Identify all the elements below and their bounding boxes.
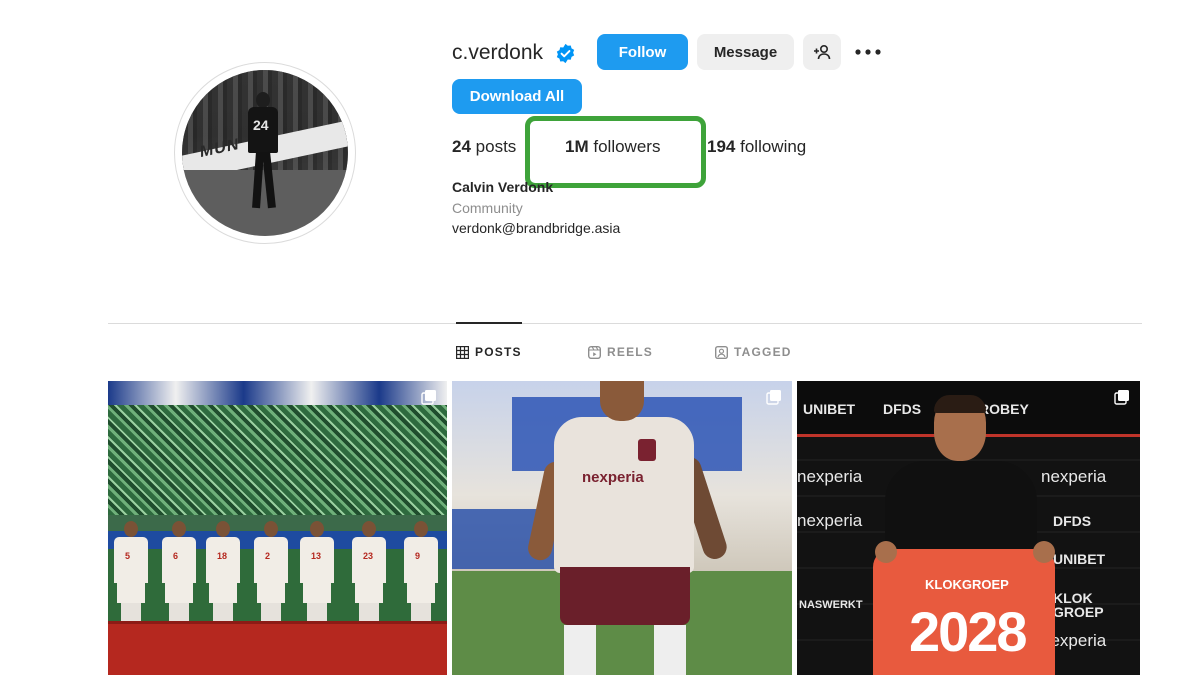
following-count: 194 (707, 137, 736, 156)
reels-icon (588, 345, 601, 359)
tab-reels[interactable]: REELS (588, 345, 653, 359)
post3-logo: nexperia (1041, 467, 1107, 486)
carousel-icon (1114, 390, 1129, 405)
post2-sponsor: nexperia (582, 469, 644, 486)
post-thumbnail-3[interactable]: UNIBET DFDS ROBEY nexperia nexperia nexp… (797, 381, 1140, 675)
post1-flag (108, 621, 447, 675)
profile-email[interactable]: verdonk@brandbridge.asia (452, 220, 620, 236)
message-button[interactable]: Message (697, 34, 794, 70)
follow-button[interactable]: Follow (597, 34, 688, 70)
post1-player: 23 (352, 521, 386, 631)
carousel-icon (421, 390, 436, 405)
post1-player: 18 (206, 521, 240, 631)
post1-player: 6 (162, 521, 196, 631)
tab-tagged[interactable]: TAGGED (715, 345, 792, 359)
following-label: following (740, 137, 807, 156)
post2-crest (638, 439, 656, 461)
posts-label: posts (475, 137, 517, 156)
tab-reels-label: REELS (607, 345, 654, 359)
tab-tagged-label: TAGGED (734, 345, 792, 359)
post3-logo: DFDS (1053, 513, 1092, 529)
followers-highlight-box (525, 116, 706, 188)
active-tab-indicator (456, 322, 522, 324)
profile-category: Community (452, 200, 523, 216)
posts-count: 24 (452, 137, 471, 156)
following-stat[interactable]: 194 following (707, 137, 806, 157)
post1-player: 5 (114, 521, 148, 631)
post3-logo: NASWERKT (799, 599, 863, 611)
post3-logo: UNIBET (1053, 551, 1106, 567)
post1-player: 9 (404, 521, 438, 631)
profile-avatar-ring[interactable]: MUN 24 (174, 62, 356, 244)
post3-logo: nexperia (797, 467, 863, 486)
tab-posts[interactable]: POSTS (456, 345, 522, 359)
post1-crowd (108, 405, 447, 515)
post3-jersey-number: 2028 (909, 600, 1028, 663)
tabs-divider (108, 323, 1142, 324)
avatar-jersey-number: 24 (253, 117, 269, 133)
post3-logo: KLOK GROEP (1053, 590, 1104, 620)
tagged-icon (715, 345, 728, 359)
avatar-player: 24 (248, 92, 278, 212)
carousel-icon (766, 390, 781, 405)
post3-logo: UNIBET (803, 401, 856, 417)
post3-jersey-sponsor: KLOKGROEP (925, 577, 1009, 592)
post3-logo: ROBEY (979, 401, 1029, 417)
post-thumbnail-2[interactable]: nexperia (452, 381, 792, 675)
post2-shirt (554, 417, 694, 573)
profile-full-name: Calvin Verdonk (452, 179, 554, 195)
tab-posts-label: POSTS (475, 345, 522, 359)
add-user-icon (814, 44, 831, 60)
grid-icon (456, 345, 469, 359)
verified-badge-icon (556, 43, 575, 64)
more-options-button[interactable] (850, 34, 886, 70)
post-thumbnail-1[interactable]: 5 6 18 2 13 23 9 (108, 381, 447, 675)
download-all-button[interactable]: Download All (452, 79, 582, 114)
post1-player: 2 (254, 521, 288, 631)
suggested-users-button[interactable] (803, 34, 841, 70)
profile-avatar[interactable]: MUN 24 (182, 70, 348, 236)
more-horizontal-icon (855, 49, 881, 55)
posts-stat: 24 posts (452, 137, 516, 157)
post3-logo: DFDS (883, 401, 922, 417)
profile-username: c.verdonk (452, 41, 544, 64)
post3-logo: nexperia (797, 511, 863, 530)
post1-player: 13 (300, 521, 334, 631)
